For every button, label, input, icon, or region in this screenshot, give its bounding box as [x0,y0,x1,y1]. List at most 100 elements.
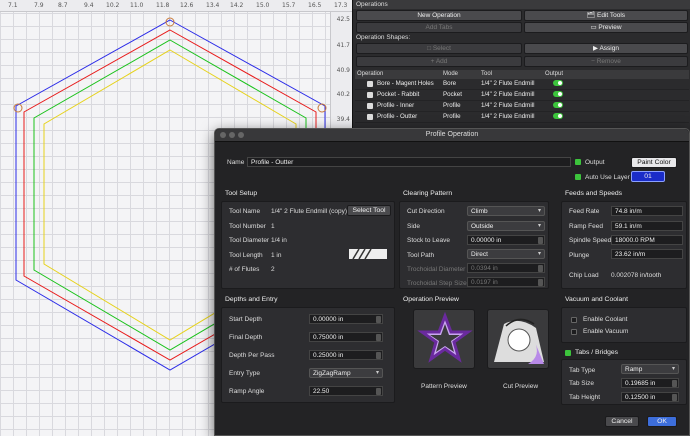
tool-diameter-label: Tool Diameter [229,237,270,244]
ruler-tick: 14.2 [230,2,244,9]
stepper-icon[interactable] [538,265,543,272]
tab-size-label: Tab Size [569,380,594,387]
operations-table: Operation Mode Tool Output Bore - Magent… [355,70,689,123]
ruler-tick: 12.6 [180,2,194,9]
remove-button[interactable]: − Remove [524,56,688,67]
tool-length-label: Tool Length [229,252,263,259]
feed-rate-label: Feed Rate [569,208,600,215]
auto-use-layer-checkbox[interactable] [575,174,581,180]
feed-rate-input[interactable]: 74.8 in/m [611,206,683,216]
trochoidal-diameter-input[interactable]: 0.0394 in [467,263,545,273]
stepper-icon[interactable] [672,394,677,401]
operations-table-header: Operation Mode Tool Output [355,70,689,79]
dialog-titlebar: Profile Operation [215,129,689,142]
stock-to-leave-label: Stock to Leave [407,237,450,244]
stepper-icon[interactable] [376,334,381,341]
chip-load-label: Chip Load [569,272,599,279]
stepper-icon[interactable] [538,279,543,286]
trochoidal-diameter-label: Trochoidal Diameter [407,266,466,273]
tab-height-input[interactable]: 0.12500 in [621,392,679,402]
select-button[interactable]: □ Select [356,43,522,54]
operation-name: Pocket - Rabbit [377,91,420,98]
operation-row[interactable]: Pocket - Rabbit Pocket 1/4" 2 Flute Endm… [355,90,689,101]
output-checkbox[interactable] [575,159,581,165]
cut-preview-label: Cut Preview [503,383,539,390]
output-toggle[interactable] [553,80,563,86]
ramp-feed-input[interactable]: 59.1 in/m [611,221,683,231]
select-tool-button[interactable]: Select Tool [347,205,391,216]
entry-type-label: Entry Type [229,370,260,377]
start-depth-input[interactable]: 0.00000 in [309,314,383,324]
operation-mode: Pocket [443,91,462,98]
operation-row[interactable]: Profile - Inner Profile 1/4" 2 Flute End… [355,101,689,112]
stepper-icon[interactable] [376,316,381,323]
layer-select[interactable]: 01 [631,171,665,182]
pattern-preview-image [413,309,475,369]
flutes-value: 2 [271,266,275,273]
tab-size-input[interactable]: 0.19685 in [621,378,679,388]
side-select[interactable]: Outside [467,221,545,231]
spindle-speed-input[interactable]: 18000.0 RPM [611,235,683,245]
endmill-icon [349,248,387,260]
ruler-top: 7.1 7.9 8.7 9.4 10.2 11.0 11.8 12.6 13.4… [0,0,352,12]
paint-color-button[interactable]: Paint Color [631,157,677,168]
vacuum-coolant-box [561,307,687,343]
final-depth-label: Final Depth [229,334,263,341]
stock-to-leave-input[interactable]: 0.00000 in [467,235,545,245]
edit-tools-button[interactable]: 🗂 Edit Tools [524,10,688,21]
stepper-icon[interactable] [376,388,381,395]
enable-vacuum-label: Enable Vacuum [583,328,629,335]
ruler-tick: 41.7 [336,42,350,49]
output-toggle[interactable] [553,113,563,119]
output-toggle[interactable] [553,91,563,97]
depths-entry-title: Depths and Entry [225,296,278,303]
pattern-preview-label: Pattern Preview [421,383,467,390]
clearing-pattern-title: Clearing Pattern [403,190,453,197]
depth-per-pass-value: 0.25000 in [313,352,344,359]
operations-title: Operations [353,0,690,9]
tool-diameter-value: 1/4 in [271,237,287,244]
ramp-feed-label: Ramp Feed [569,223,603,230]
enable-coolant-checkbox[interactable] [571,317,577,323]
depth-per-pass-label: Depth Per Pass [229,352,275,359]
output-toggle[interactable] [553,102,563,108]
cut-direction-select[interactable]: Climb [467,206,545,216]
select-label: Select [432,45,451,52]
preview-button[interactable]: ▭ Preview [524,22,688,33]
spindle-speed-label: Spindle Speed [569,237,612,244]
operation-mode: Profile [443,102,461,109]
add-tabs-button[interactable]: Add Tabs [356,22,522,33]
profile-icon [367,103,373,109]
chip-load-value: 0.002078 in/tooth [611,272,662,279]
enable-vacuum-checkbox[interactable] [571,329,577,335]
name-label: Name [227,159,245,166]
stepper-icon[interactable] [376,352,381,359]
operation-row[interactable]: Profile - Outter Profile 1/4" 2 Flute En… [355,112,689,123]
ok-button[interactable]: OK [647,416,677,427]
ruler-tick: 9.4 [84,2,94,9]
trochoidal-step-label: Trochoidal Step Size [407,280,467,287]
stock-to-leave-value: 0.00000 in [471,237,502,244]
assign-button[interactable]: ▶ Assign [524,43,688,54]
tabs-bridges-checkbox[interactable] [565,350,571,356]
trochoidal-step-input[interactable]: 0.0197 in [467,277,545,287]
ruler-tick: 42.5 [336,16,350,23]
ramp-angle-input[interactable]: 22.50 [309,386,383,396]
cancel-button[interactable]: Cancel [605,416,639,427]
final-depth-input[interactable]: 0.75000 in [309,332,383,342]
add-button[interactable]: + Add [356,56,522,67]
entry-type-select[interactable]: ZigZagRamp [309,368,383,378]
pocket-icon [367,92,373,98]
new-operation-button[interactable]: New Operation [356,10,522,21]
plunge-input[interactable]: 23.62 in/m [611,249,683,259]
operation-row[interactable]: Bore - Magent Holes Bore 1/4" 2 Flute En… [355,79,689,90]
depth-per-pass-input[interactable]: 0.25000 in [309,350,383,360]
stepper-icon[interactable] [538,237,543,244]
profile-icon [367,114,373,120]
stepper-icon[interactable] [672,380,677,387]
tool-path-select[interactable]: Direct [467,249,545,259]
name-input[interactable]: Profile - Outter [247,157,571,167]
enable-coolant-label: Enable Coolant [583,316,628,323]
tab-type-select[interactable]: Ramp [621,364,679,374]
tab-type-label: Tab Type [569,367,596,374]
